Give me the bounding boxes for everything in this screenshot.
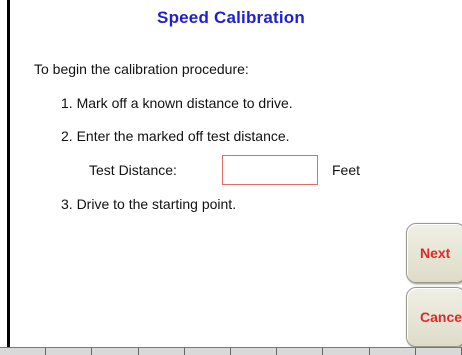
next-button[interactable]: Next [406, 223, 462, 283]
screen-left-border [7, 0, 10, 348]
page-title: Speed Calibration [157, 8, 305, 27]
cancel-button[interactable]: Cance [406, 287, 462, 347]
step-1-text: 1. Mark off a known distance to drive. [61, 95, 293, 111]
next-button-label: Next [420, 245, 451, 261]
test-distance-input[interactable] [222, 155, 318, 185]
test-distance-label: Test Distance: [89, 162, 177, 178]
calibration-screen: Speed Calibration To begin the calibrati… [0, 0, 462, 355]
intro-text: To begin the calibration procedure: [34, 61, 249, 77]
step-3-text: 3. Drive to the starting point. [61, 196, 237, 212]
step-2-text: 2. Enter the marked off test distance. [61, 128, 290, 144]
test-distance-unit: Feet [332, 162, 361, 178]
cancel-button-label: Cance [420, 309, 462, 325]
